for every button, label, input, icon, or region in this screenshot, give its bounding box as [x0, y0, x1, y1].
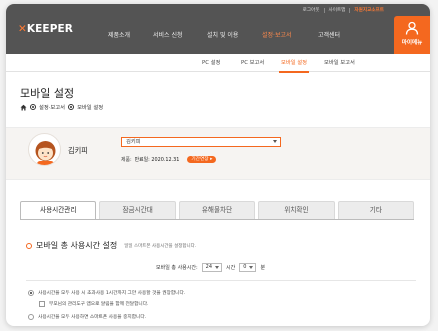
nav-product-intro[interactable]: 제품소개 — [108, 31, 130, 41]
tab-etc[interactable]: 기타 — [337, 201, 415, 220]
util-divider — [349, 7, 351, 13]
minutes-select[interactable]: 0 — [239, 263, 257, 272]
main-nav: 제품소개 서비스 신청 설치 및 이용 설정·보고서 고객센터 — [6, 31, 430, 41]
tabs-baseline — [20, 219, 414, 220]
stop-option-label: 사용시간을 모두 사용하면 스마트폰 사용을 중지합니다. — [38, 315, 147, 320]
sitemap-link[interactable]: 사이트맵 — [329, 7, 346, 13]
notify-parent-label: 부모님의 관리도구 앱으로 알림을 함께 전달합니다. — [49, 302, 149, 307]
chevron-down-icon — [249, 266, 254, 269]
expiry-date: 만료일: 2020.12.31 — [134, 157, 180, 163]
breadcrumb-separator-icon — [30, 104, 36, 110]
total-time-label: 모바일 총 사용시간: — [156, 265, 198, 271]
home-icon[interactable] — [20, 104, 27, 111]
child-select-value: 김키피 — [126, 139, 141, 145]
stop-radio[interactable] — [28, 314, 34, 320]
minutes-unit: 분 — [260, 265, 266, 271]
subnav-pc-report[interactable]: PC 보고서 — [241, 54, 264, 72]
child-name: 김키피 — [68, 146, 88, 155]
option-warn[interactable]: 사용시간을 모두 사용 시 초과사용 1시간까지 그만 사용할 것을 권장합니다… — [28, 290, 185, 296]
warn-option-label: 사용시간을 모두 사용 시 초과사용 1시간까지 그만 사용할 것을 권장합니다… — [38, 291, 186, 296]
child-select-dropdown[interactable]: 김키피 — [121, 137, 281, 147]
breadcrumb-item[interactable]: 설정·보고서 — [39, 103, 65, 111]
my-menu-button[interactable]: 마이메뉴 — [394, 16, 430, 54]
child-avatar — [28, 133, 61, 166]
settings-tabs: 사용시간관리 잠금시간대 유해물차단 위치확인 기타 — [20, 201, 415, 220]
section-description: 일일 스마트폰 사용시간을 설정합니다. — [124, 243, 197, 249]
total-time-row: 모바일 총 사용시간: 24 시간 0 분 — [156, 263, 265, 272]
tab-usage-time[interactable]: 사용시간관리 — [20, 201, 97, 220]
nav-customer-center[interactable]: 고객센터 — [318, 31, 340, 41]
extend-period-button[interactable]: 기간연장 ▸ — [187, 156, 217, 163]
breadcrumb-item-current: 모바일 설정 — [77, 105, 104, 111]
nav-install-use[interactable]: 설치 및 이용 — [207, 31, 238, 41]
util-divider — [323, 7, 325, 13]
top-header: 로그아웃 사이트맵 자원지교소프트 ✕KEEPER 제품소개 서비스 신청 설치… — [6, 4, 430, 54]
subnav-pc-settings[interactable]: PC 설정 — [202, 54, 220, 72]
hours-select[interactable]: 24 — [201, 263, 223, 272]
section-title: 모바일 총 사용시간 설정 — [36, 241, 118, 250]
person-icon — [405, 21, 419, 35]
child-profile-band: 김키피 김키피 제품: 만료일: 2020.12.31 기간연장 ▸ — [6, 127, 430, 180]
product-label: 제품: — [121, 157, 132, 163]
subnav-mobile-settings[interactable]: 모바일 설정 — [278, 54, 310, 73]
minutes-value: 0 — [243, 264, 247, 270]
sub-nav: PC 설정 PC 보고서 모바일 설정 모바일 보고서 — [6, 54, 430, 73]
hours-unit: 시간 — [226, 265, 236, 271]
company-link[interactable]: 자원지교소프트 — [354, 7, 384, 13]
child-face-icon — [35, 141, 56, 165]
breadcrumb-separator-icon — [68, 104, 75, 110]
hours-value: 24 — [205, 264, 213, 270]
expiry-row: 제품: 만료일: 2020.12.31 기간연장 ▸ — [121, 156, 217, 163]
breadcrumb: 설정·보고서 모바일 설정 — [20, 103, 103, 111]
option-notify-parent[interactable]: 부모님의 관리도구 앱으로 알림을 함께 전달합니다. — [39, 301, 149, 307]
page-title: 모바일 설정 — [20, 87, 75, 100]
chevron-down-icon — [273, 140, 277, 143]
utility-links: 로그아웃 사이트맵 자원지교소프트 — [303, 7, 384, 13]
notify-parent-checkbox[interactable] — [39, 301, 45, 307]
subnav-mobile-report[interactable]: 모바일 보고서 — [324, 54, 355, 72]
nav-service-apply[interactable]: 서비스 신청 — [153, 31, 183, 41]
logout-link[interactable]: 로그아웃 — [303, 7, 320, 13]
warn-radio[interactable] — [28, 290, 34, 296]
tab-location[interactable]: 위치확인 — [258, 201, 335, 220]
my-menu-label: 마이메뉴 — [401, 40, 423, 46]
tab-harmful-block[interactable]: 유해물차단 — [178, 201, 256, 220]
tab-lock-time[interactable]: 잠금시간대 — [99, 201, 176, 220]
section-header: 모바일 총 사용시간 설정 일일 스마트폰 사용시간을 설정합니다. — [26, 240, 196, 251]
section-bullet-icon — [26, 242, 32, 249]
section-divider — [26, 280, 416, 281]
option-stop[interactable]: 사용시간을 모두 사용하면 스마트폰 사용을 중지합니다. — [28, 314, 146, 320]
browser-frame: 로그아웃 사이트맵 자원지교소프트 ✕KEEPER 제품소개 서비스 신청 설치… — [6, 4, 430, 326]
nav-settings-report[interactable]: 설정·보고서 — [262, 31, 292, 41]
chevron-down-icon — [215, 266, 220, 269]
